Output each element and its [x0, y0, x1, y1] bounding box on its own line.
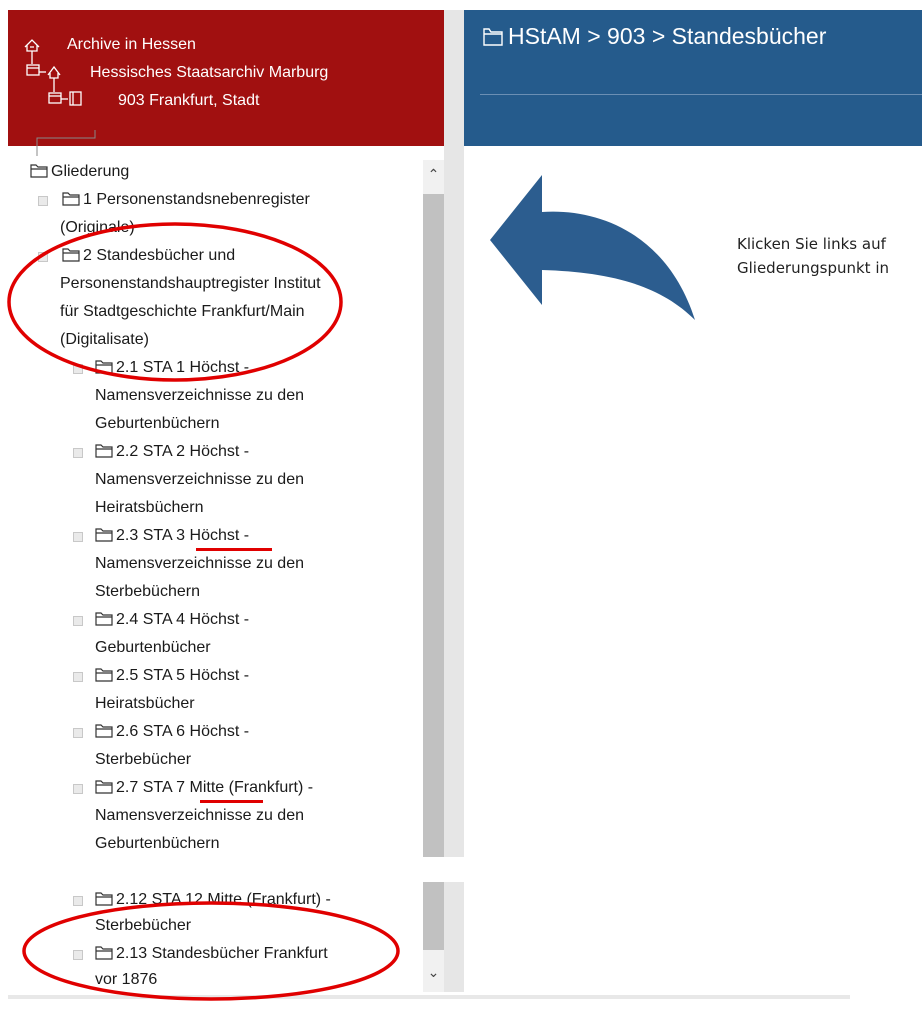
highlight-ellipse	[7, 222, 343, 382]
highlight-ellipse	[22, 901, 400, 1001]
annotation-overlay	[7, 222, 400, 1001]
